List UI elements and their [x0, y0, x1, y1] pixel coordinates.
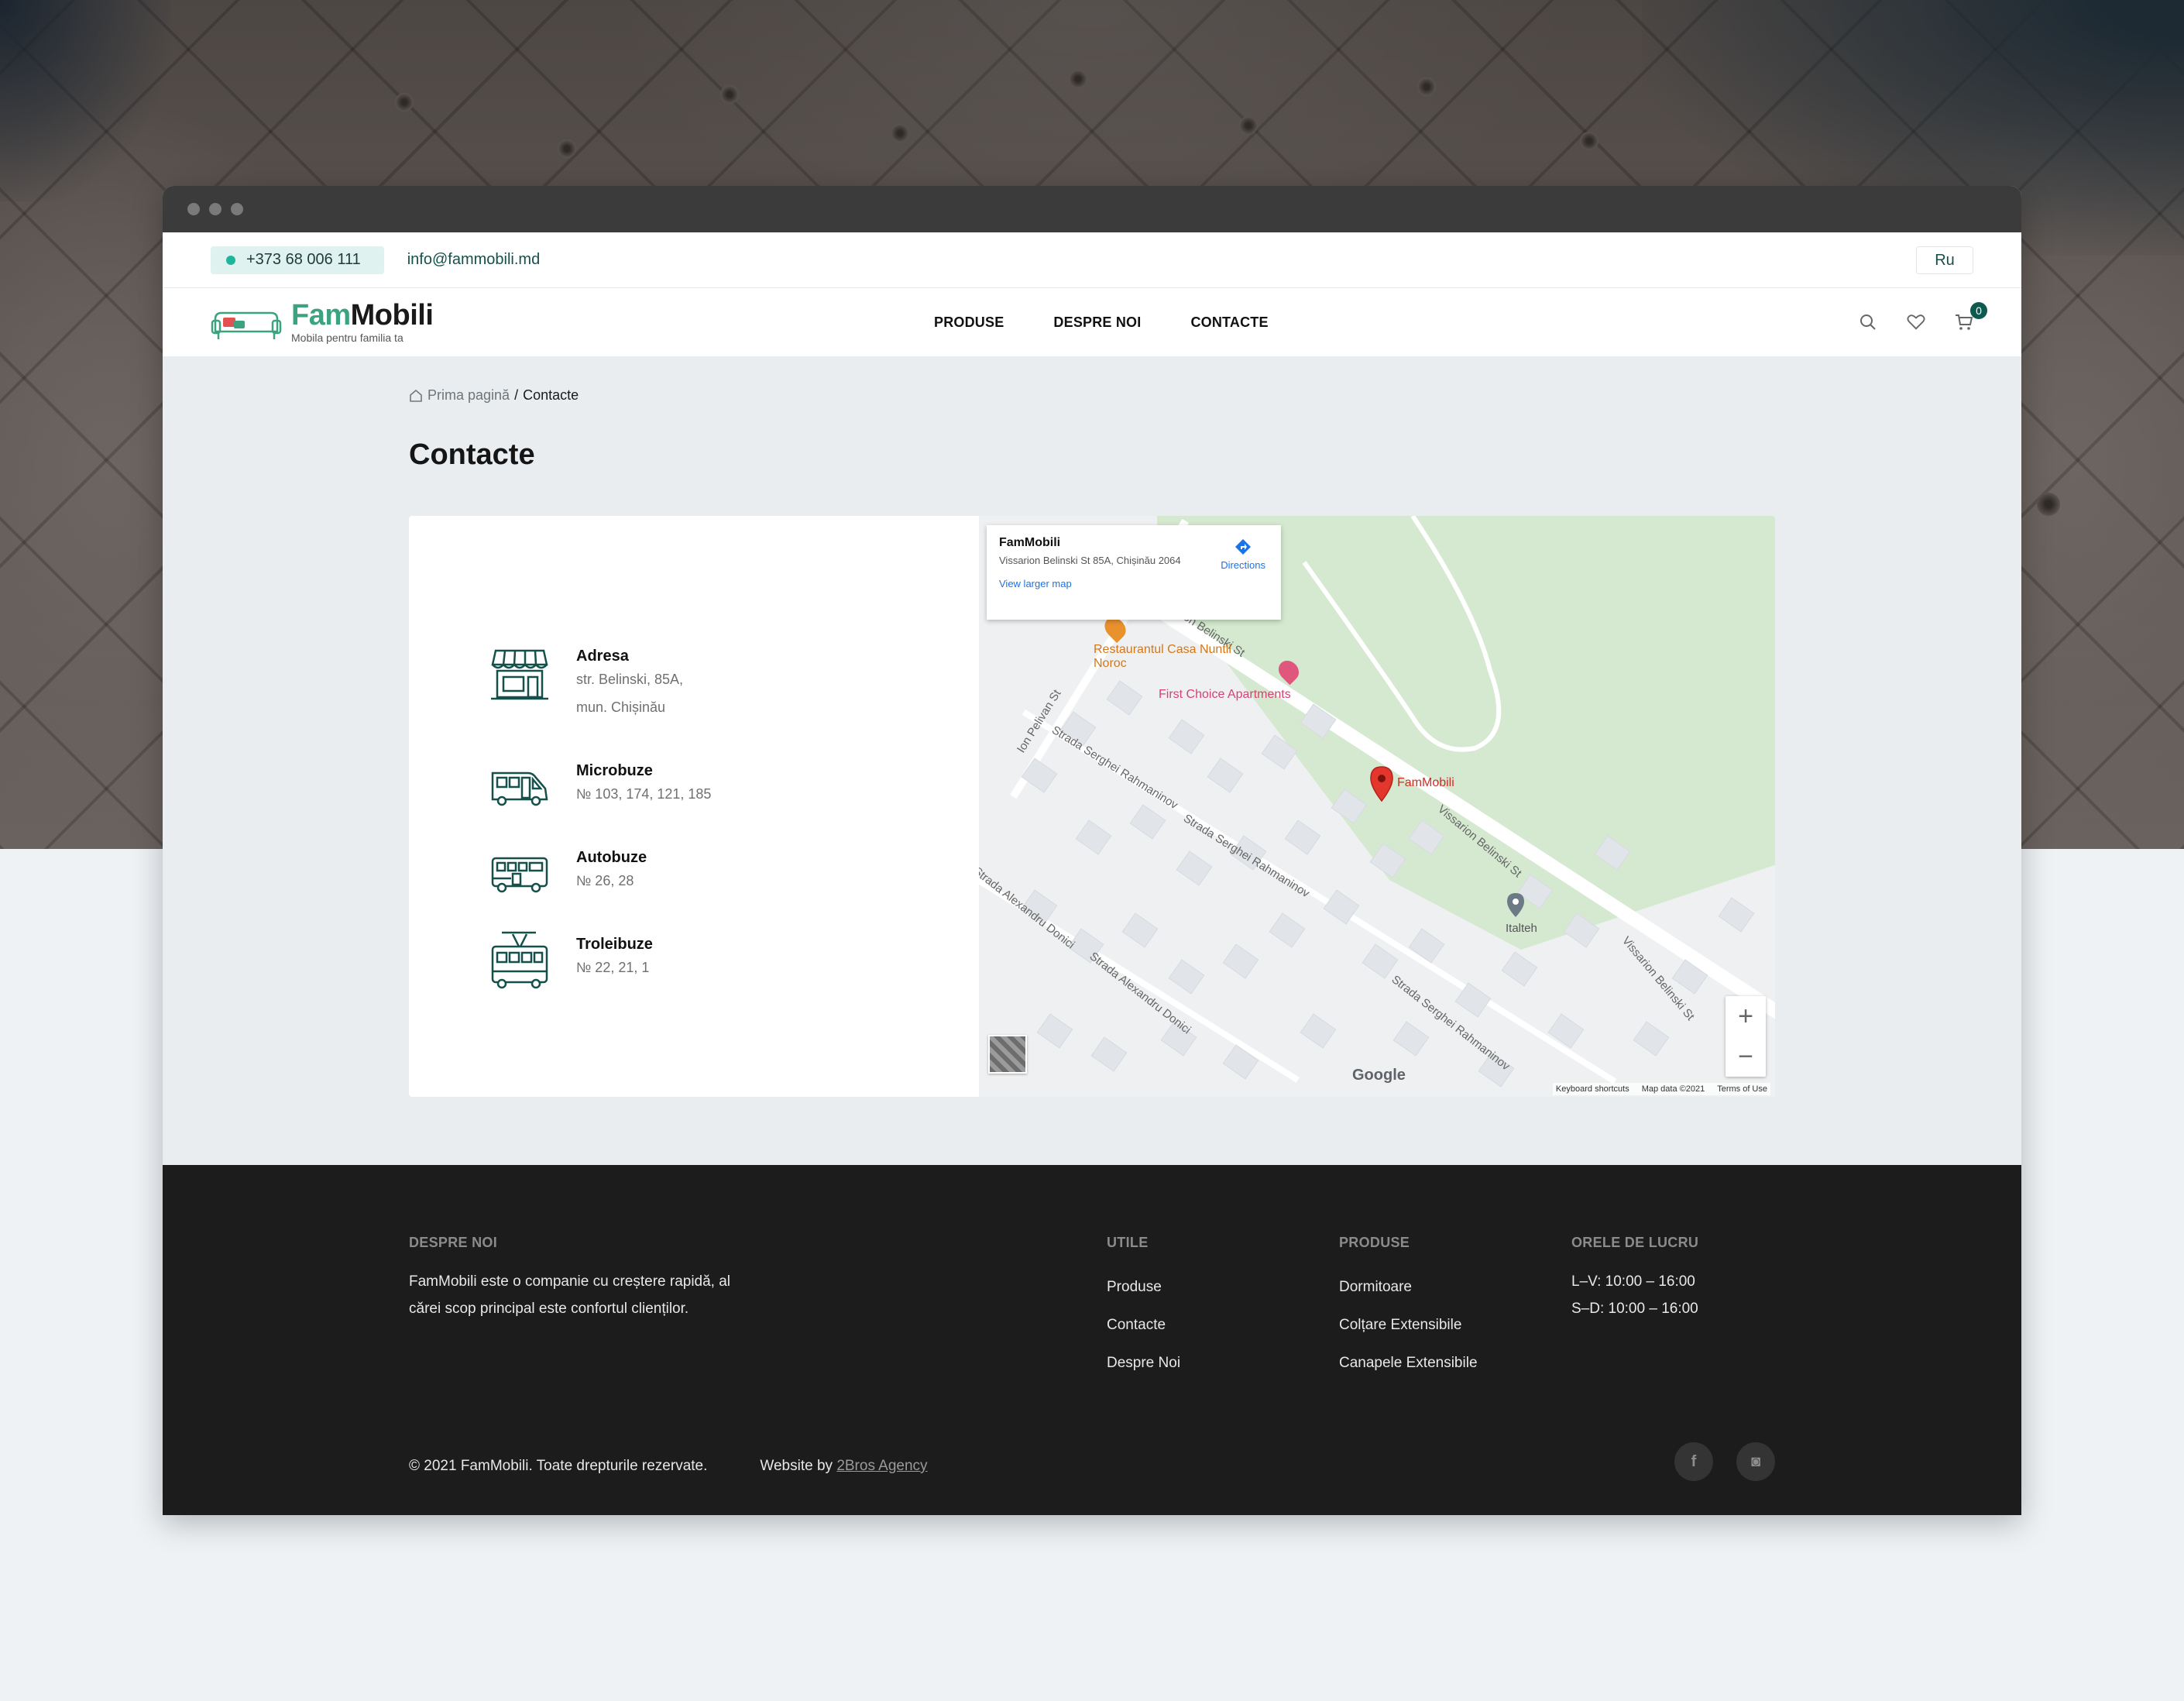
instagram-icon[interactable]: ◙: [1736, 1442, 1775, 1481]
poi-italteh[interactable]: Italteh: [1506, 922, 1537, 935]
terms-link[interactable]: Terms of Use: [1717, 1084, 1767, 1094]
contact-title: Microbuze: [576, 762, 653, 779]
hours-weekdays: L–V: 10:00 – 16:00: [1571, 1273, 1695, 1290]
heart-icon[interactable]: [1907, 313, 1925, 332]
map-place-address: Vissarion Belinski St 85A, Chișinău 2064: [999, 555, 1181, 566]
site-footer: DESPRE NOI FamMobili este o companie cu …: [163, 1165, 2021, 1515]
contact-trolleybus: Troleibuze № 22, 21, 1: [489, 931, 653, 991]
place-pin-icon[interactable]: [1506, 892, 1526, 919]
nav-menu: PRODUSE DESPRE NOI CONTACTE: [934, 288, 1269, 356]
location-pin-icon[interactable]: [1368, 765, 1396, 802]
hours-weekend: S–D: 10:00 – 16:00: [1571, 1301, 1698, 1317]
main-nav: FamMobili Mobila pentru familia ta PRODU…: [163, 288, 2021, 356]
nav-item-despre-noi[interactable]: DESPRE NOI: [1053, 314, 1141, 331]
nav-icons: 0: [1859, 288, 1987, 356]
search-icon[interactable]: [1859, 313, 1877, 332]
contact-line: № 22, 21, 1: [576, 960, 650, 975]
contact-title: Adresa: [576, 648, 629, 665]
window-dot: [209, 203, 221, 215]
window-dot: [187, 203, 200, 215]
home-icon: [410, 389, 422, 402]
facebook-icon[interactable]: f: [1674, 1442, 1713, 1481]
phone-link[interactable]: +373 68 006 111: [211, 246, 384, 274]
sofa-logo-icon: [211, 311, 282, 339]
browser-titlebar: [163, 186, 2021, 232]
contact-line: № 103, 174, 121, 185: [576, 786, 712, 802]
satellite-toggle[interactable]: [988, 1035, 1027, 1074]
directions-button[interactable]: Directions: [1221, 538, 1265, 571]
contact-title: Troleibuze: [576, 936, 653, 953]
poi-restaurant[interactable]: Restaurantul Casa Nuntii Noroc: [1094, 643, 1233, 671]
footer-link-despre-noi[interactable]: Despre Noi: [1107, 1344, 1180, 1382]
directions-label: Directions: [1221, 559, 1265, 571]
email-link[interactable]: info@fammobili.md: [407, 251, 540, 269]
footer-useful: UTILE Produse Contacte Despre Noi: [1107, 1235, 1180, 1382]
window-dot: [231, 203, 243, 215]
footer-hours: ORELE DE LUCRU L–V: 10:00 – 16:00 S–D: 1…: [1571, 1235, 1698, 1322]
footer-products: PRODUSE Dormitoare Colțare Extensibile C…: [1339, 1235, 1478, 1382]
bus-icon: [491, 857, 548, 893]
footer-link-produse[interactable]: Produse: [1107, 1268, 1180, 1306]
main-content: Prima pagină / Contacte Contacte Adresa …: [163, 356, 2021, 1165]
social-links: f ◙: [1674, 1442, 1775, 1481]
contact-line: str. Belinski, 85A,: [576, 672, 684, 687]
pin-label[interactable]: FamMobili: [1397, 776, 1454, 790]
breadcrumb: Prima pagină / Contacte: [409, 387, 579, 404]
zoom-in-button[interactable]: +: [1726, 996, 1766, 1036]
breadcrumb-current: Contacte: [523, 387, 579, 403]
credits: Website by 2Bros Agency: [760, 1458, 927, 1475]
minibus-icon: [491, 771, 548, 806]
zoom-out-button[interactable]: −: [1726, 1036, 1766, 1077]
top-bar: +373 68 006 111 info@fammobili.md Ru: [163, 232, 2021, 288]
contact-line: № 26, 28: [576, 873, 634, 888]
footer-heading: PRODUSE: [1339, 1235, 1410, 1250]
view-larger-map-link[interactable]: View larger map: [999, 578, 1269, 589]
contact-address: Adresa str. Belinski, 85A, mun. Chișinău: [489, 643, 683, 721]
contact-line: mun. Chișinău: [576, 699, 666, 715]
contacts-card: Adresa str. Belinski, 85A, mun. Chișinău: [409, 516, 1775, 1097]
language-button[interactable]: Ru: [1916, 246, 1973, 274]
cart-icon[interactable]: 0: [1955, 302, 1987, 332]
phone-number: +373 68 006 111: [246, 251, 361, 268]
contact-title: Autobuze: [576, 849, 647, 866]
contact-info-panel: Adresa str. Belinski, 85A, mun. Chișinău: [409, 516, 979, 1097]
map-info-card: FamMobili Vissarion Belinski St 85A, Chi…: [987, 525, 1281, 620]
footer-bottom: © 2021 FamMobili. Toate drepturile rezer…: [409, 1458, 928, 1475]
contact-bus: Autobuze № 26, 28: [489, 844, 647, 905]
map-data-label: Map data ©2021: [1641, 1084, 1705, 1094]
storefront-icon: [491, 649, 548, 700]
map-attribution: Keyboard shortcuts Map data ©2021 Terms …: [1552, 1083, 1770, 1095]
website-by-label: Website by: [760, 1458, 833, 1474]
breadcrumb-home[interactable]: Prima pagină: [428, 387, 510, 404]
nav-item-produse[interactable]: PRODUSE: [934, 314, 1004, 331]
embedded-map[interactable]: Ion Pelivan St on Belinski St Vissarion …: [979, 516, 1775, 1097]
trolleybus-icon: [491, 931, 548, 989]
footer-link-contacte[interactable]: Contacte: [1107, 1306, 1180, 1344]
breadcrumb-separator: /: [514, 387, 519, 403]
keyboard-shortcuts-link[interactable]: Keyboard shortcuts: [1556, 1084, 1629, 1094]
footer-heading: UTILE: [1107, 1235, 1149, 1250]
footer-link-canapele[interactable]: Canapele Extensibile: [1339, 1344, 1478, 1382]
page-title: Contacte: [409, 438, 535, 471]
footer-about-text: FamMobili este o companie cu creștere ra…: [409, 1273, 731, 1317]
agency-link[interactable]: 2Bros Agency: [836, 1458, 927, 1474]
contact-minibus: Microbuze № 103, 174, 121, 185: [489, 758, 711, 818]
status-dot-icon: [226, 255, 235, 265]
footer-heading: ORELE DE LUCRU: [1571, 1235, 1699, 1250]
footer-link-coltare[interactable]: Colțare Extensibile: [1339, 1306, 1478, 1344]
cart-count-badge: 0: [1970, 302, 1987, 319]
footer-about: DESPRE NOI FamMobili este o companie cu …: [409, 1235, 734, 1322]
google-logo: Google: [1352, 1067, 1406, 1084]
logo[interactable]: FamMobili Mobila pentru familia ta: [211, 299, 434, 344]
copyright: © 2021 FamMobili. Toate drepturile rezer…: [409, 1458, 708, 1474]
logo-name: FamMobili: [291, 299, 434, 332]
browser-window: +373 68 006 111 info@fammobili.md Ru Fam…: [163, 186, 2021, 1515]
directions-icon: [1235, 539, 1252, 555]
footer-heading: DESPRE NOI: [409, 1235, 498, 1250]
zoom-control: + −: [1726, 996, 1766, 1077]
nav-item-contacte[interactable]: CONTACTE: [1190, 314, 1268, 331]
logo-tagline: Mobila pentru familia ta: [291, 332, 403, 344]
poi-apartments[interactable]: First Choice Apartments: [1159, 688, 1291, 702]
footer-link-dormitoare[interactable]: Dormitoare: [1339, 1268, 1478, 1306]
